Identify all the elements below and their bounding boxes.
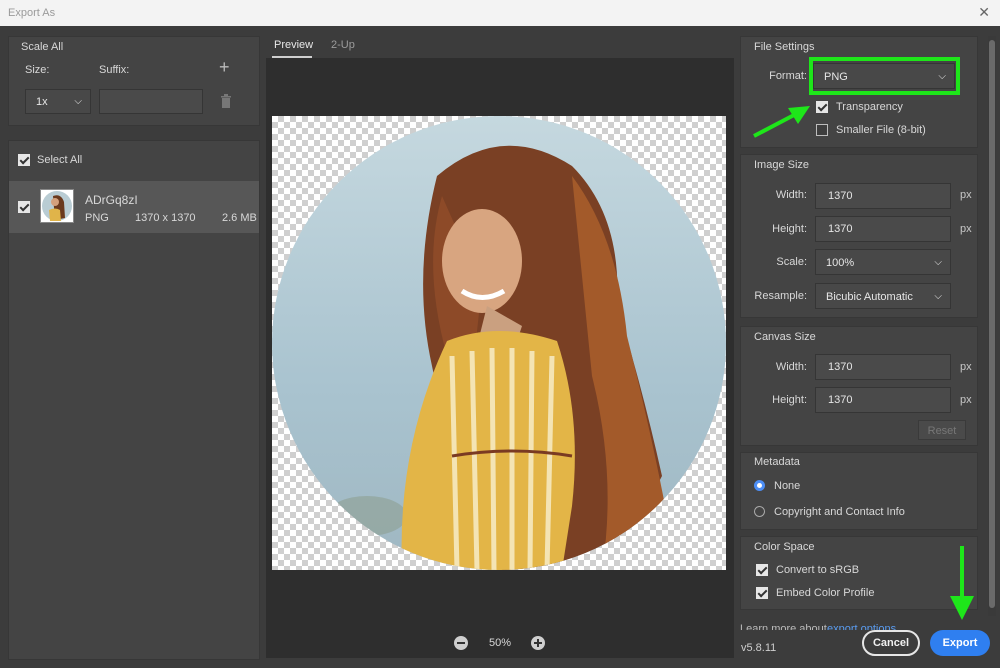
scale-all-title: Scale All — [21, 41, 64, 53]
title-bar: Export As ✕ — [0, 0, 1000, 26]
format-label: Format: — [769, 70, 807, 82]
asset-format: PNG — [85, 212, 109, 224]
window-title: Export As — [8, 7, 56, 19]
export-options-link[interactable]: export options. — [827, 623, 899, 630]
resample-dropdown[interactable]: Bicubic Automatic ⌵ — [815, 283, 951, 309]
image-width-label: Width: — [775, 189, 807, 201]
canvas-height-unit: px — [960, 394, 972, 406]
cancel-button[interactable]: Cancel — [862, 630, 920, 656]
asset-list-panel: Select All ADrGq8zI PNG 1370 x 1370 2.6 … — [8, 140, 260, 660]
settings-scrollbar[interactable] — [988, 36, 996, 616]
chevron-down-icon: ⌵ — [74, 96, 82, 107]
trash-icon[interactable] — [220, 94, 232, 108]
embed-profile-checkbox[interactable] — [756, 587, 768, 599]
canvas-height-label: Height: — [772, 394, 807, 406]
canvas-size-panel: Canvas Size Width: 1370 px Height: 1370 … — [740, 326, 978, 446]
image-height-unit: px — [960, 223, 972, 235]
scale-all-panel: Scale All Size: Suffix: + 1x ⌵ — [8, 36, 260, 126]
select-all-label[interactable]: Select All — [37, 154, 82, 166]
metadata-none-label[interactable]: None — [774, 480, 800, 492]
metadata-copyright-radio[interactable] — [754, 506, 765, 517]
metadata-title: Metadata — [754, 456, 800, 468]
canvas-width-unit: px — [960, 361, 972, 373]
color-space-title: Color Space — [754, 541, 815, 553]
canvas-height-input[interactable]: 1370 — [815, 387, 951, 413]
transparency-arrow — [753, 106, 810, 138]
chevron-down-icon: ⌵ — [934, 291, 942, 302]
metadata-copyright-label[interactable]: Copyright and Contact Info — [774, 506, 905, 518]
convert-srgb-label[interactable]: Convert to sRGB — [776, 564, 859, 576]
asset-name: ADrGq8zI — [85, 193, 138, 207]
close-icon[interactable]: ✕ — [978, 4, 990, 21]
canvas-width-input[interactable]: 1370 — [815, 354, 951, 380]
size-dropdown[interactable]: 1x ⌵ — [25, 89, 91, 114]
preview-canvas: 50% — [266, 58, 734, 658]
image-size-panel: Image Size Width: 1370 px Height: 1370 p… — [740, 154, 978, 318]
image-size-title: Image Size — [754, 159, 810, 171]
export-arrow — [950, 546, 974, 620]
version-label: v5.8.11 — [741, 642, 777, 654]
canvas-width-label: Width: — [775, 361, 807, 373]
image-height-input[interactable]: 1370 — [815, 216, 951, 242]
size-label: Size: — [25, 64, 50, 76]
file-settings-title: File Settings — [754, 41, 815, 53]
suffix-input[interactable] — [99, 89, 203, 114]
asset-dimensions: 1370 x 1370 — [135, 212, 196, 224]
transparency-label[interactable]: Transparency — [836, 101, 903, 113]
asset-thumbnail — [40, 189, 74, 223]
canvas-size-title: Canvas Size — [754, 331, 816, 343]
select-all-checkbox[interactable] — [18, 154, 30, 166]
metadata-panel: Metadata None Copyright and Contact Info — [740, 452, 978, 530]
format-highlight-box — [809, 57, 960, 95]
asset-filesize: 2.6 MB — [222, 212, 257, 224]
zoom-level: 50% — [489, 637, 512, 649]
suffix-label: Suffix: — [99, 64, 130, 76]
image-width-input[interactable]: 1370 — [815, 183, 951, 209]
learn-more-text: Learn more about — [740, 623, 827, 630]
embed-profile-label[interactable]: Embed Color Profile — [776, 587, 874, 599]
export-button[interactable]: Export — [930, 630, 990, 656]
tab-preview[interactable]: Preview — [274, 39, 313, 51]
scale-dropdown[interactable]: 100% ⌵ — [815, 249, 951, 275]
asset-row[interactable]: ADrGq8zI PNG 1370 x 1370 2.6 MB — [9, 181, 259, 233]
scale-label: Scale: — [776, 256, 807, 268]
asset-checkbox[interactable] — [18, 201, 30, 213]
color-space-panel: Color Space Convert to sRGB Embed Color … — [740, 536, 978, 610]
preview-image — [272, 116, 726, 570]
tab-2up[interactable]: 2-Up — [331, 39, 355, 51]
image-height-label: Height: — [772, 223, 807, 235]
chevron-down-icon: ⌵ — [934, 257, 942, 268]
convert-srgb-checkbox[interactable] — [756, 564, 768, 576]
image-width-unit: px — [960, 189, 972, 201]
metadata-none-radio[interactable] — [754, 480, 765, 491]
smaller-file-label[interactable]: Smaller File (8-bit) — [836, 124, 926, 136]
scrollbar-thumb[interactable] — [989, 40, 995, 608]
add-scale-icon[interactable]: + — [219, 57, 230, 78]
reset-button[interactable]: Reset — [918, 420, 966, 440]
resample-label: Resample: — [754, 290, 807, 302]
